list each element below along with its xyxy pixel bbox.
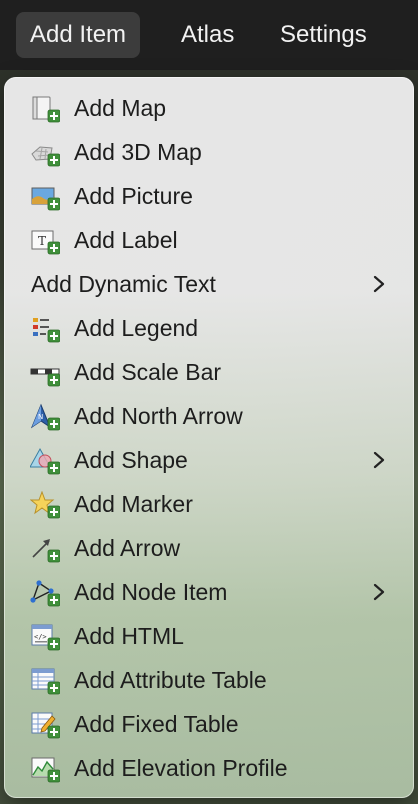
menu-item-label: Add North Arrow [74, 403, 243, 429]
legend-icon [30, 315, 60, 343]
menu-item-add-3d-map[interactable]: Add 3D Map [4, 130, 414, 174]
menu-item-add-scale-bar[interactable]: Add Scale Bar [4, 350, 414, 394]
menu-item-label: Add Dynamic Text [31, 271, 216, 297]
menu-item-add-html[interactable]: </> Add HTML [4, 614, 414, 658]
attribute-table-icon [30, 667, 60, 695]
menu-item-label: Add Label [74, 227, 178, 253]
label-icon: T [30, 227, 60, 255]
html-icon: </> [30, 623, 60, 651]
scale-bar-icon [30, 359, 60, 387]
menu-item-label: Add Picture [74, 183, 193, 209]
fixed-table-icon [30, 711, 60, 739]
svg-text:</>: </> [34, 633, 47, 641]
menu-item-add-elevation-profile[interactable]: Add Elevation Profile [4, 746, 414, 790]
chevron-right-icon [372, 449, 386, 471]
menu-item-label: Add Legend [74, 315, 199, 341]
svg-text:N: N [38, 413, 43, 421]
chevron-right-icon [372, 581, 386, 603]
menu-item-add-map[interactable]: Add Map [4, 86, 414, 130]
menu-item-label: Add 3D Map [74, 139, 202, 165]
menu-item-label: Add Attribute Table [74, 667, 267, 693]
menu-item-label: Add Node Item [74, 579, 228, 605]
menu-item-label: Add Marker [74, 491, 193, 517]
menu-add-item[interactable]: Add Item [16, 12, 141, 58]
add-item-dropdown-menu: Add Map Add 3D Map Add Picture T Add Lab… [4, 77, 414, 798]
menu-item-label: Add HTML [74, 623, 184, 649]
arrow-icon [30, 535, 60, 563]
menu-item-label: Add Map [74, 95, 167, 121]
menu-item-add-picture[interactable]: Add Picture [4, 174, 414, 218]
menu-item-add-marker[interactable]: Add Marker [4, 482, 414, 526]
menu-item-label: Add Arrow [74, 535, 181, 561]
menu-item-label: Add Shape [74, 447, 188, 473]
menu-item-add-attribute-table[interactable]: Add Attribute Table [4, 658, 414, 702]
menu-item-add-label[interactable]: T Add Label [4, 218, 414, 262]
menu-item-label: Add Fixed Table [74, 711, 239, 737]
node-item-icon [30, 579, 60, 607]
menu-item-add-legend[interactable]: Add Legend [4, 306, 414, 350]
elevation-profile-icon [30, 755, 60, 783]
picture-icon [30, 183, 60, 211]
menu-item-add-fixed-table[interactable]: Add Fixed Table [4, 702, 414, 746]
menu-item-add-north-arrow[interactable]: N Add North Arrow [4, 394, 414, 438]
svg-text:T: T [38, 234, 46, 248]
north-arrow-icon: N [30, 403, 60, 431]
menu-item-add-arrow[interactable]: Add Arrow [4, 526, 414, 570]
map-icon [30, 95, 60, 123]
menu-item-add-shape[interactable]: Add Shape [4, 438, 414, 482]
shape-icon [30, 447, 60, 475]
menu-item-add-dynamic-text[interactable]: Add Dynamic Text [4, 262, 414, 306]
menu-item-label: Add Elevation Profile [74, 755, 288, 781]
menu-item-add-node-item[interactable]: Add Node Item [4, 570, 414, 614]
menu-atlas[interactable]: Atlas [167, 12, 248, 58]
menu-item-label: Add Scale Bar [74, 359, 222, 385]
menu-settings[interactable]: Settings [266, 12, 381, 58]
menu-bar: Add Item Atlas Settings [0, 0, 418, 70]
3d-map-icon [30, 139, 60, 167]
chevron-right-icon [372, 273, 386, 295]
marker-icon [30, 491, 60, 519]
